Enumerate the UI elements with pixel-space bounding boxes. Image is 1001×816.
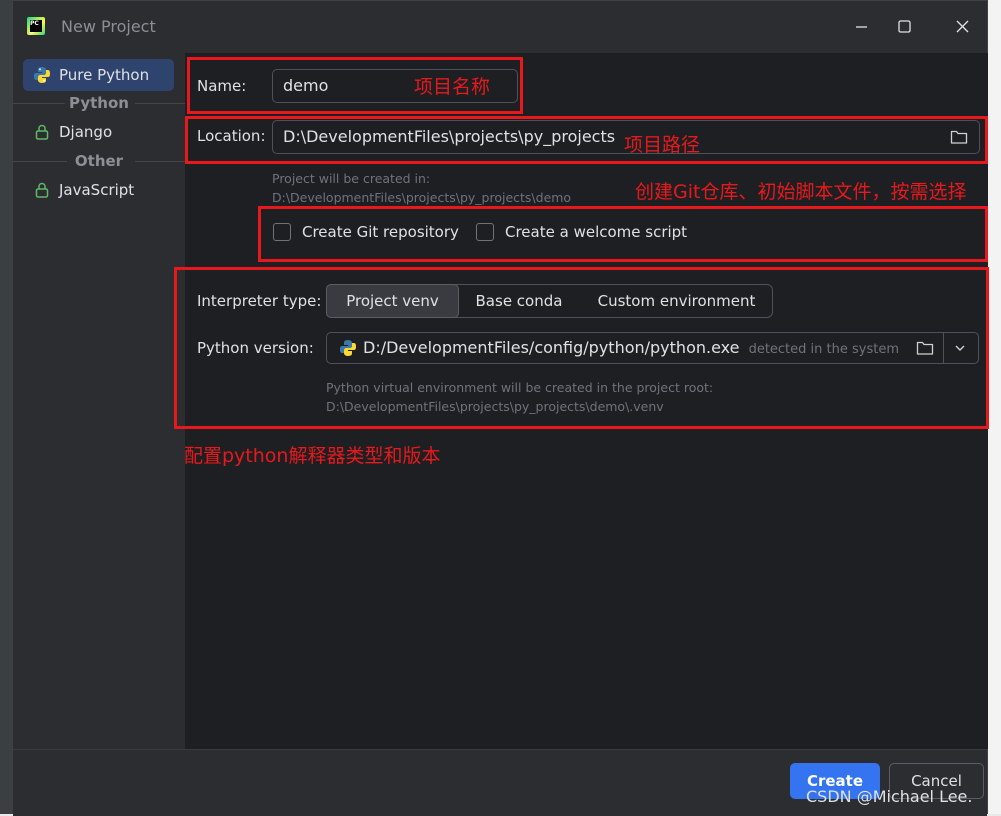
close-icon <box>956 20 969 33</box>
welcome-script-checkbox[interactable] <box>476 223 494 241</box>
location-label: Location: <box>197 127 266 145</box>
close-button[interactable] <box>939 13 985 41</box>
lock-icon <box>35 182 49 198</box>
sidebar-item-label: Pure Python <box>59 66 150 84</box>
group-label: Python <box>65 94 133 112</box>
pycharm-logo-icon: PC <box>27 17 45 35</box>
project-type-sidebar: Pure Python Python Django Other JavaScri… <box>13 53 185 749</box>
sidebar-item-django[interactable]: Django <box>23 116 174 148</box>
interpreter-option-project-venv[interactable]: Project venv <box>326 284 459 318</box>
logo-text: PC <box>30 20 42 32</box>
background-app-right <box>988 0 1001 814</box>
annotation-location-text: 项目路径 <box>624 134 701 156</box>
dropdown-divider <box>943 333 944 363</box>
annotation-options-text: 创建Git仓库、初始脚本文件，按需选择 <box>635 181 967 203</box>
location-value: D:\DevelopmentFiles\projects\py_projects <box>283 127 616 146</box>
location-hint: Project will be created in: D:\Developme… <box>272 169 571 207</box>
python-icon <box>34 67 50 83</box>
python-version-dropdown[interactable]: D:/DevelopmentFiles/config/python/python… <box>326 332 979 364</box>
group-label: Other <box>70 152 128 170</box>
chevron-down-icon[interactable] <box>952 340 968 356</box>
minimize-button[interactable] <box>838 13 884 41</box>
venv-hint-line-2: D:\DevelopmentFiles\projects\py_projects… <box>326 399 664 414</box>
background-app-left <box>0 0 12 814</box>
python-icon <box>340 340 356 356</box>
new-project-dialog: PC New Project Pure Python Python Django… <box>12 0 988 816</box>
git-repo-label[interactable]: Create Git repository <box>302 223 459 241</box>
annotation-name-text: 项目名称 <box>414 76 491 98</box>
name-label: Name: <box>197 77 247 95</box>
interpreter-type-selector: Project venv Base conda Custom environme… <box>326 284 773 318</box>
sidebar-item-label: JavaScript <box>59 181 135 199</box>
location-hint-line-1: Project will be created in: <box>272 171 431 186</box>
annotation-interpreter-text: 配置python解释器类型和版本 <box>184 445 441 467</box>
sidebar-group-other: Other <box>13 151 185 171</box>
python-version-value: D:/DevelopmentFiles/config/python/python… <box>363 338 740 357</box>
python-version-label: Python version: <box>197 339 314 357</box>
watermark: CSDN @Michael Lee. <box>806 787 973 806</box>
sidebar-item-label: Django <box>59 123 113 141</box>
python-version-detected: detected in the system <box>748 342 899 357</box>
interpreter-type-label: Interpreter type: <box>197 292 322 310</box>
folder-icon[interactable] <box>950 129 968 145</box>
welcome-script-label[interactable]: Create a welcome script <box>505 223 687 241</box>
venv-hint: Python virtual environment will be creat… <box>326 378 713 416</box>
sidebar-item-javascript[interactable]: JavaScript <box>23 174 174 206</box>
window-title: New Project <box>61 17 156 36</box>
interpreter-option-custom-environment[interactable]: Custom environment <box>579 285 774 317</box>
lock-icon <box>35 124 49 140</box>
sidebar-item-pure-python[interactable]: Pure Python <box>23 59 174 91</box>
maximize-button[interactable] <box>881 13 927 41</box>
project-settings-panel: Name: demo Location: D:\DevelopmentFiles… <box>185 53 988 749</box>
folder-icon[interactable] <box>916 340 934 356</box>
location-hint-line-2: D:\DevelopmentFiles\projects\py_projects… <box>272 190 572 205</box>
minimize-icon <box>856 26 867 28</box>
title-bar: PC New Project <box>13 1 987 53</box>
git-repo-checkbox[interactable] <box>273 223 291 241</box>
interpreter-option-base-conda[interactable]: Base conda <box>459 285 579 317</box>
venv-hint-line-1: Python virtual environment will be creat… <box>326 380 714 395</box>
maximize-icon <box>898 20 911 33</box>
sidebar-group-python: Python <box>13 93 185 113</box>
